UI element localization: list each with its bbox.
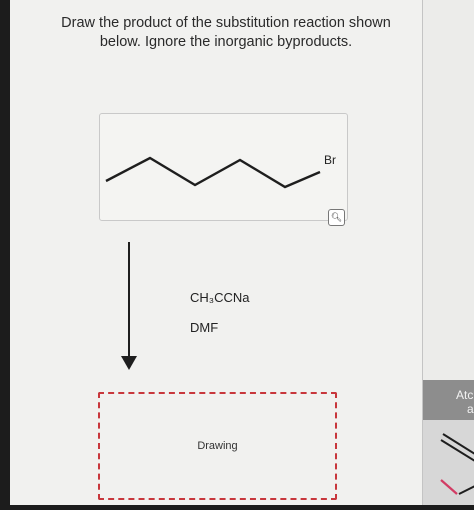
drawing-area[interactable]: Drawing <box>98 392 337 500</box>
atom-tool-label: Atc <box>456 388 474 402</box>
reactant-structure-box: Br 🔍︎ <box>99 113 348 226</box>
reaction-arrow-icon <box>121 242 137 370</box>
bromoalkane-skeletal-structure <box>105 156 321 189</box>
nitrogen-bond-icon <box>440 479 458 495</box>
bond-tool-icons <box>440 433 474 495</box>
atom-tool-header[interactable]: Atc a <box>423 380 474 420</box>
magnifier-icon[interactable]: 🔍︎ <box>328 209 345 226</box>
question-line-1: Draw the product of the substitution rea… <box>61 15 391 31</box>
reagent-solvent: DMF <box>190 320 219 335</box>
atom-tool-sublabel: a <box>467 402 474 416</box>
side-panel-top <box>423 0 474 380</box>
question-line-2: below. Ignore the inorganic byproducts. <box>99 34 353 50</box>
question-page: Draw the product of the substitution rea… <box>10 0 422 505</box>
bromine-label: Br <box>324 153 336 167</box>
drawing-label: Drawing <box>197 440 238 452</box>
reagent-sodium-propynide: CH₃CCNa <box>190 290 250 305</box>
question-text: Draw the product of the substitution rea… <box>56 14 396 52</box>
bond-tools <box>423 420 474 505</box>
side-toolbar: Atc a <box>422 0 474 505</box>
